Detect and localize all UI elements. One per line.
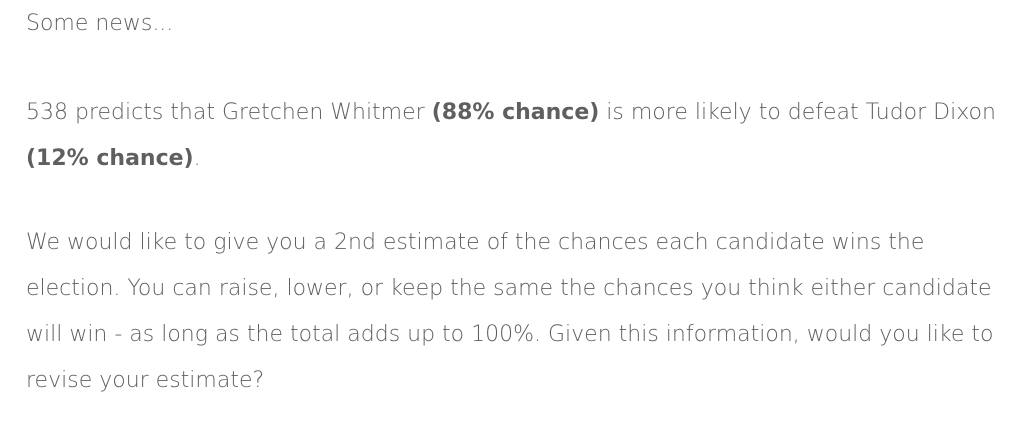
prediction-suffix: . xyxy=(193,146,201,171)
revise-estimate-question: We would like to give you a 2nd estimate… xyxy=(26,230,994,393)
intro-text: Some news... xyxy=(26,11,174,36)
dixon-chance: (12% chance) xyxy=(26,146,194,171)
prediction-middle: is more likely to defeat Tudor Dixon xyxy=(599,100,996,125)
prediction-prefix: 538 predicts that Gretchen Whitmer xyxy=(26,100,432,125)
whitmer-chance: (88% chance) xyxy=(431,100,600,125)
survey-text-block: Some news... 538 predicts that Gretchen … xyxy=(26,0,1006,404)
prediction-paragraph: 538 predicts that Gretchen Whitmer (88% … xyxy=(26,90,1006,182)
